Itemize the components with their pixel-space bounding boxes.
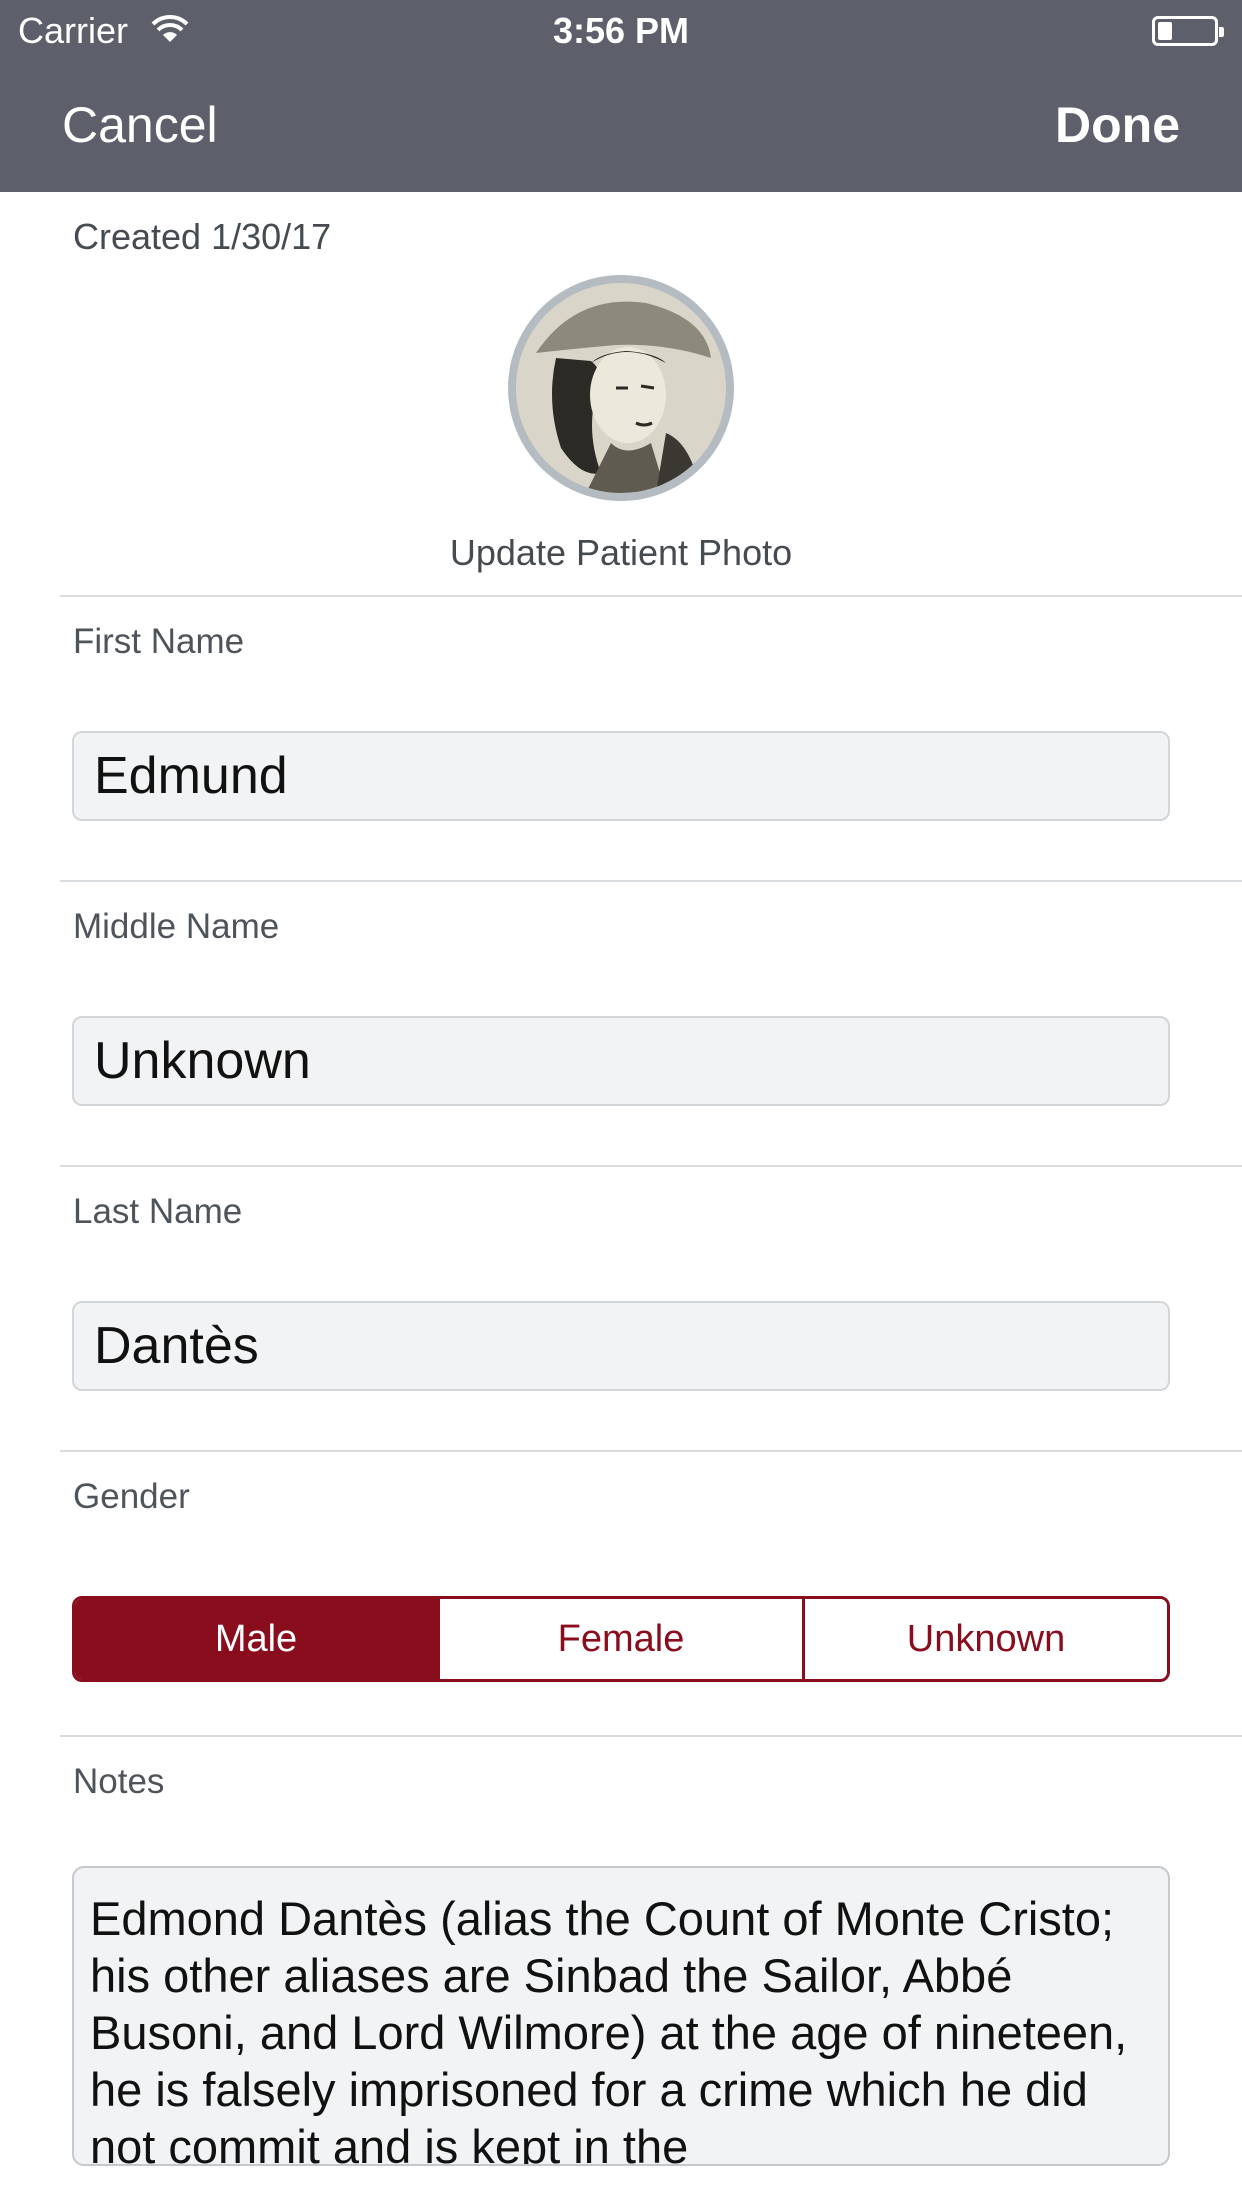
battery-icon — [1152, 16, 1224, 46]
section-divider — [60, 595, 1242, 597]
created-date: Created 1/30/17 — [73, 216, 332, 257]
middle-name-input[interactable] — [72, 1016, 1170, 1106]
cancel-button[interactable]: Cancel — [62, 96, 218, 154]
first-name-input[interactable] — [72, 731, 1170, 821]
patient-portrait-image — [516, 283, 726, 493]
gender-option-female[interactable]: Female — [437, 1599, 802, 1679]
gender-label: Gender — [73, 1477, 190, 1516]
notes-textarea[interactable]: Edmond Dantès (alias the Count of Monte … — [72, 1866, 1170, 2166]
gender-segmented-control: Male Female Unknown — [72, 1596, 1170, 1682]
done-button[interactable]: Done — [1055, 96, 1180, 154]
update-photo-link[interactable]: Update Patient Photo — [0, 532, 1242, 574]
gender-option-male[interactable]: Male — [75, 1599, 437, 1679]
section-divider — [60, 880, 1242, 882]
patient-photo[interactable] — [508, 275, 734, 501]
section-divider — [60, 1165, 1242, 1167]
section-divider — [60, 1450, 1242, 1452]
last-name-label: Last Name — [73, 1192, 243, 1231]
status-bar: Carrier 3:56 PM — [0, 0, 1242, 60]
first-name-label: First Name — [73, 622, 245, 661]
middle-name-label: Middle Name — [73, 907, 280, 946]
notes-label: Notes — [73, 1762, 165, 1801]
section-divider — [60, 1735, 1242, 1737]
status-time: 3:56 PM — [552, 10, 690, 51]
gender-option-unknown[interactable]: Unknown — [802, 1599, 1167, 1679]
navigation-bar: Carrier 3:56 PM Cancel Done — [0, 0, 1242, 192]
last-name-input[interactable] — [72, 1301, 1170, 1391]
